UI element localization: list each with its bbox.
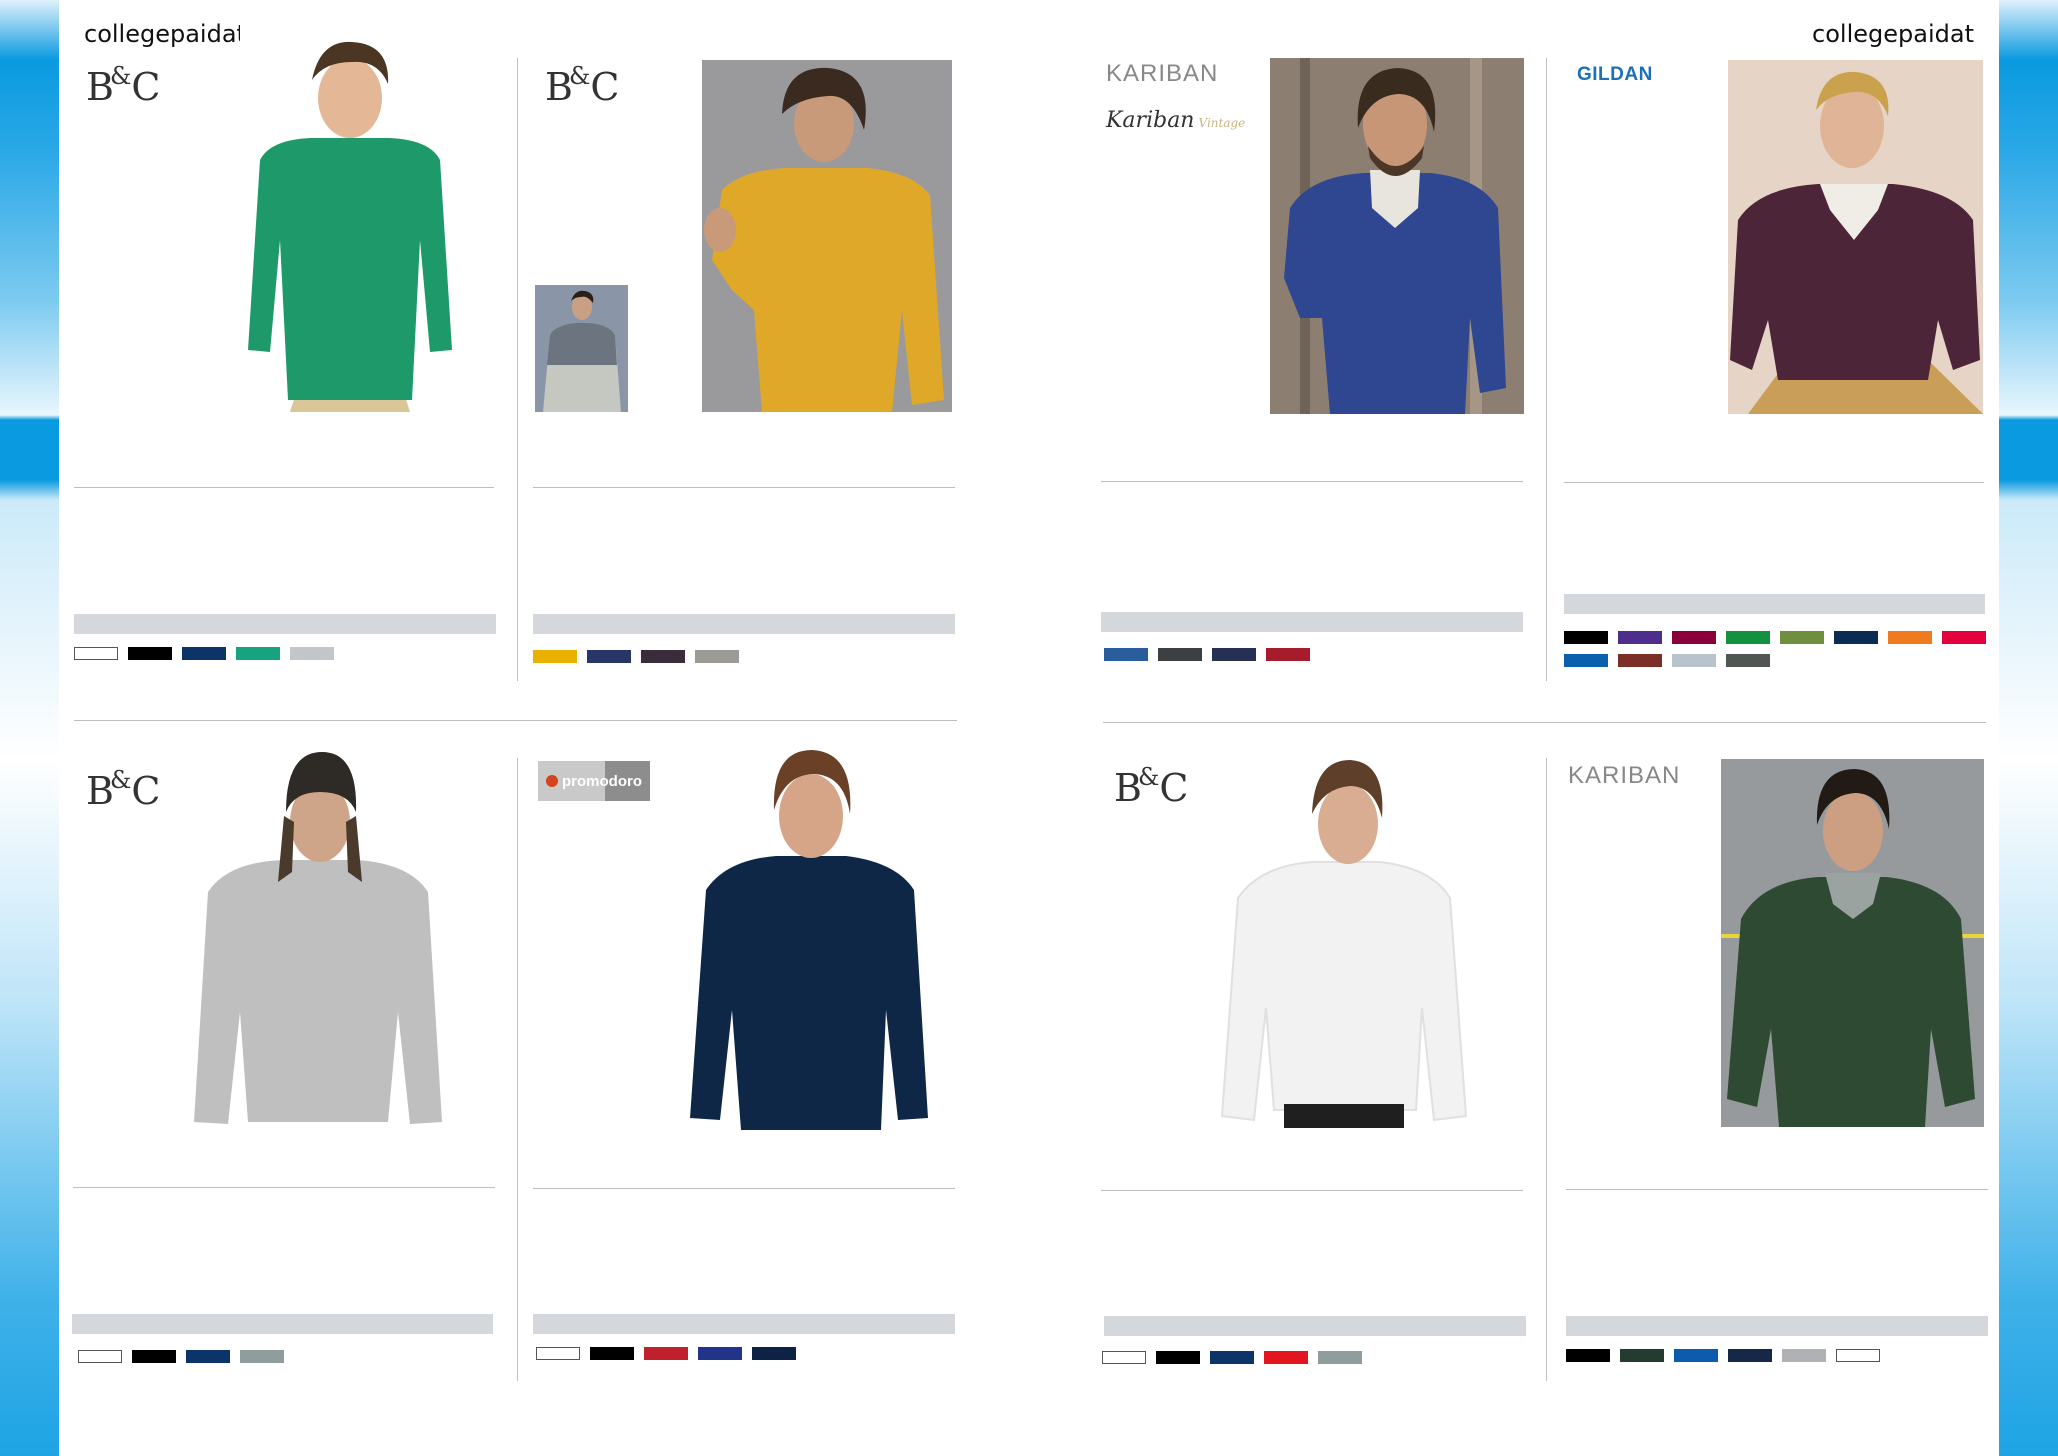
color-swatch [1564,631,1608,644]
color-swatch [1156,1351,1200,1364]
page-title-left: collegepaidat [84,20,246,48]
info-bar [72,1314,493,1334]
color-swatches [1102,1351,1532,1364]
product-photo [240,20,460,412]
color-swatch [1618,654,1662,667]
color-swatch [290,647,334,660]
color-swatches [1566,1349,1996,1362]
color-swatch [641,650,685,663]
color-swatch [1672,631,1716,644]
column-divider [517,58,518,681]
color-swatch [1264,1351,1308,1364]
color-swatch [590,1347,634,1360]
color-swatch [1564,654,1608,667]
color-swatch [1212,648,1256,661]
color-swatch [1102,1351,1146,1364]
color-swatch [236,647,280,660]
color-swatch [78,1350,122,1363]
info-bar [1566,1316,1988,1336]
brand-logo-bc: B&C [86,766,160,813]
color-swatch [132,1350,176,1363]
product-photo [188,752,450,1130]
color-swatch [1674,1349,1718,1362]
brand-logo-kariban-vintage: Kariban Vintage [1106,108,1246,133]
info-bar [1564,594,1985,614]
color-swatch [1888,631,1932,644]
info-bar [533,1314,955,1334]
color-swatch [186,1350,230,1363]
color-swatches [1104,648,1534,661]
color-swatch [1104,648,1148,661]
column-divider [1546,58,1547,681]
info-bar [533,614,955,634]
color-swatch [1210,1351,1254,1364]
color-swatches [74,647,504,660]
color-swatch [182,647,226,660]
column-divider [1546,758,1547,1381]
color-swatch [1780,631,1824,644]
product-photo [702,60,952,412]
tomato-icon [546,775,558,787]
color-swatches [533,650,963,663]
color-swatch [1782,1349,1826,1362]
color-swatch [1942,631,1986,644]
color-swatch [1834,631,1878,644]
color-swatches [78,1350,508,1363]
brand-logo-kariban: KARIBAN [1568,762,1681,789]
row-separator [1103,722,1986,723]
color-swatch [1266,648,1310,661]
product-photo [686,740,931,1130]
brand-logo-promodoro: promodoro [538,761,650,801]
info-bar [1104,1316,1526,1336]
product-photo [1220,748,1470,1128]
color-swatch [1672,654,1716,667]
color-swatch [74,647,118,660]
color-swatch [1318,1351,1362,1364]
product-photo [1728,60,1983,414]
info-bar [74,614,496,634]
color-swatch [1618,631,1662,644]
color-swatch [695,650,739,663]
product-thumbnail [535,285,628,412]
color-swatch [533,650,577,663]
color-swatch [1728,1349,1772,1362]
page-title-right: collegepaidat [1812,20,1974,48]
brand-logo-bc: B&C [545,62,619,109]
color-swatch [698,1347,742,1360]
product-photo [1270,58,1524,414]
color-swatch [644,1347,688,1360]
brand-logo-kariban: KARIBAN [1106,60,1219,87]
color-swatches [536,1347,966,1360]
color-swatch [1620,1349,1664,1362]
color-swatch [587,650,631,663]
color-swatch [1726,654,1770,667]
color-swatch [1726,631,1770,644]
sidebar-left [0,0,59,1456]
color-swatch [1158,648,1202,661]
color-swatch [240,1350,284,1363]
brand-logo-gildan: GILDAN [1577,64,1653,85]
color-swatch [536,1347,580,1360]
sidebar-right [1999,0,2058,1456]
brand-logo-bc: B&C [86,62,160,109]
color-swatch [128,647,172,660]
color-swatches [1564,631,1994,667]
column-divider [517,758,518,1381]
color-swatch [1566,1349,1610,1362]
product-photo [1721,759,1984,1127]
color-swatch [752,1347,796,1360]
row-separator [74,720,957,721]
brand-logo-bc: B&C [1114,763,1188,810]
color-swatch [1836,1349,1880,1362]
info-bar [1101,612,1523,632]
